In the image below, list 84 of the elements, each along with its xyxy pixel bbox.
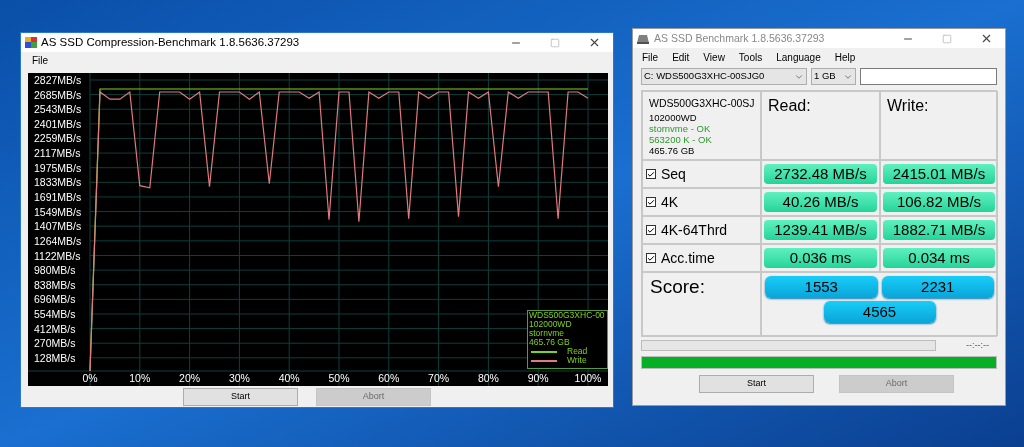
x-axis-label: 20% <box>179 372 201 384</box>
menu-item[interactable]: View <box>703 50 725 65</box>
x-axis-label: 0% <box>82 372 98 384</box>
read-result: 2732.48 MB/s <box>764 164 877 184</box>
x-axis-label: 60% <box>378 372 400 384</box>
y-axis-label: 1407MB/s <box>34 220 82 233</box>
x-axis-label: 30% <box>228 372 250 384</box>
menu-item[interactable]: Tools <box>738 50 763 65</box>
checkbox[interactable] <box>646 225 656 235</box>
column-header: Write: <box>887 97 929 114</box>
total-score: 4565 <box>823 301 936 323</box>
close-icon[interactable] <box>588 36 601 49</box>
x-axis-label: 50% <box>328 372 350 384</box>
x-axis-label: 40% <box>278 372 300 384</box>
checkbox[interactable] <box>646 197 656 207</box>
window-title: AS SSD Compression-Benchmark 1.8.5636.37293 <box>41 34 300 50</box>
menu-item[interactable]: Help <box>834 50 856 65</box>
write-result: 0.034 ms <box>883 248 995 268</box>
test-label: Acc.time <box>661 248 715 268</box>
menu-item[interactable]: File <box>32 53 49 68</box>
y-axis-label: 696MB/s <box>34 293 76 306</box>
write-score: 2231 <box>881 276 994 298</box>
y-axis-label: 980MB/s <box>34 264 76 277</box>
menu-item[interactable]: File <box>642 50 659 65</box>
test-label: Seq <box>661 164 686 184</box>
y-axis-label: 2685MB/s <box>34 88 82 101</box>
menu-item[interactable]: Language <box>776 50 821 65</box>
y-axis-label: 2401MB/s <box>34 117 82 130</box>
x-axis-label: 70% <box>428 372 450 384</box>
read-result: 40.26 MB/s <box>764 192 877 212</box>
y-axis-label: 1691MB/s <box>34 190 82 203</box>
time-readout: --:--:-- <box>966 339 989 351</box>
y-axis-label: 270MB/s <box>34 337 76 350</box>
test-label: 4K-64Thrd <box>661 220 728 240</box>
write-result: 2415.01 MB/s <box>883 164 995 184</box>
y-axis-label: 1264MB/s <box>34 234 82 247</box>
drive-info: 465.76 GB <box>649 145 696 156</box>
legend-info: 102000WD <box>529 320 573 329</box>
legend-label: Read <box>567 347 588 356</box>
x-axis-label: 100% <box>574 372 602 384</box>
checkbox[interactable] <box>646 253 656 263</box>
x-axis-label: 80% <box>477 372 499 384</box>
close-icon[interactable] <box>980 32 993 45</box>
score-label: Score: <box>650 276 705 297</box>
input-field[interactable] <box>860 68 997 85</box>
y-axis-label: 554MB/s <box>34 307 76 320</box>
write-result: 106.82 MB/s <box>883 192 995 212</box>
y-axis-label: 1549MB/s <box>34 205 82 218</box>
legend-swatch-icon <box>531 350 557 353</box>
legend-swatch-icon <box>531 359 557 362</box>
drive-info: 563200 K - OK <box>649 134 713 145</box>
drive-info: 102000WD <box>649 112 698 123</box>
y-axis-label: 838MB/s <box>34 278 76 291</box>
drive-info: stornvme - OK <box>649 123 712 134</box>
legend-info: 465.76 GB <box>529 338 571 347</box>
drive-info: WDS500G3XHC-00SJ <box>649 96 756 110</box>
y-axis-label: 1122MB/s <box>34 249 81 262</box>
app-icon <box>25 37 37 48</box>
legend-label: Write <box>567 356 587 365</box>
y-axis-label: 2259MB/s <box>34 132 82 145</box>
read-result: 1239.41 MB/s <box>764 220 877 240</box>
size-select[interactable]: 1 GB <box>811 68 856 85</box>
y-axis-label: 2827MB/s <box>34 74 82 86</box>
test-label: 4K <box>661 192 679 212</box>
drive-select[interactable]: C: WDS500G3XHC-00SJG0 <box>641 68 807 85</box>
action-button[interactable]: Start <box>699 375 814 393</box>
y-axis-label: 1975MB/s <box>34 161 82 174</box>
y-axis-label: 1833MB/s <box>34 176 82 189</box>
legend-info: stornvme <box>529 329 565 338</box>
y-axis-label: 2117MB/s <box>34 147 81 160</box>
read-score: 1553 <box>765 276 878 298</box>
write-result: 1882.71 MB/s <box>883 220 995 240</box>
menu-item[interactable]: Edit <box>672 50 690 65</box>
x-axis-label: 90% <box>527 372 549 384</box>
read-result: 0.036 ms <box>764 248 877 268</box>
y-axis-label: 2543MB/s <box>34 103 82 116</box>
legend-info: WDS500G3XHC-00 <box>529 311 606 320</box>
checkbox[interactable] <box>646 169 656 179</box>
y-axis-label: 128MB/s <box>34 351 76 364</box>
column-header: Read: <box>768 97 811 114</box>
action-button[interactable]: Start <box>183 388 298 406</box>
y-axis-label: 412MB/s <box>34 322 76 335</box>
x-axis-label: 10% <box>129 372 151 384</box>
window-title: AS SSD Benchmark 1.8.5636.37293 <box>654 30 825 46</box>
